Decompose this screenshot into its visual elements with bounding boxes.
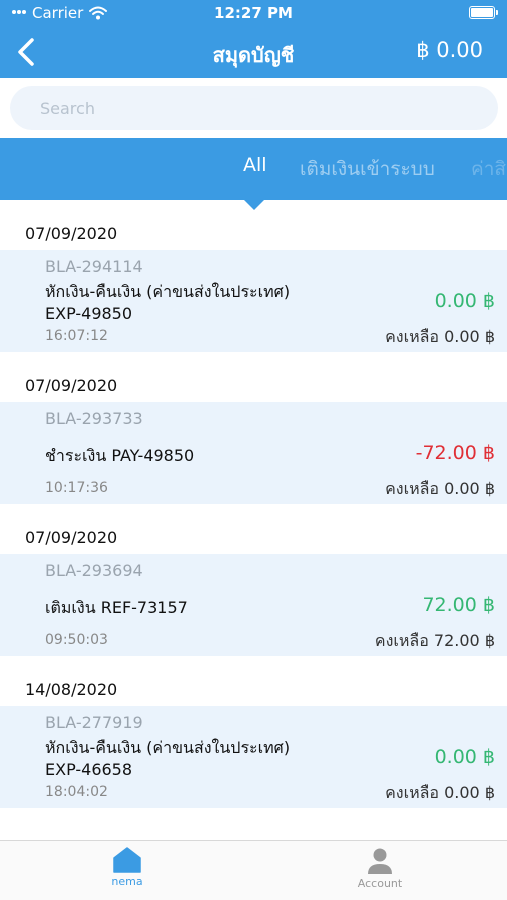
transaction-code: BLA-293733 (45, 409, 143, 428)
tab-home[interactable]: nema (67, 847, 187, 888)
tab-account-label: Account (357, 877, 403, 890)
home-icon (113, 847, 141, 873)
transaction-row[interactable]: BLA-277919 หักเงิน-คืนเงิน (ค่าขนส่งในปร… (0, 706, 507, 808)
tab-home-label: nema (111, 875, 143, 888)
description-line-1: เติมเงิน REF-73157 (45, 598, 188, 617)
status-time: 12:27 PM (214, 4, 293, 22)
transaction-code: BLA-293694 (45, 561, 143, 580)
active-tab-indicator (242, 198, 266, 210)
person-icon (368, 848, 392, 874)
transaction-date: 07/09/2020 (25, 224, 118, 243)
remaining-balance: คงเหลือ 0.00 ฿ (385, 783, 495, 802)
tab-topup[interactable]: เติมเงินเข้าระบบ (300, 154, 435, 184)
transaction-group: 14/08/2020 BLA-277919 หักเงิน-คืนเงิน (ค… (0, 666, 507, 818)
balance-display: ฿ 0.00 (416, 38, 483, 62)
battery-icon (469, 6, 498, 19)
description-line-1: ชำระเงิน PAY-49850 (45, 446, 195, 465)
search-input[interactable] (10, 86, 498, 130)
description-line-1: หักเงิน-คืนเงิน (ค่าขนส่งในประเทศ) (45, 282, 291, 301)
remaining-balance: คงเหลือ 0.00 ฿ (385, 479, 495, 498)
remaining-balance: คงเหลือ 72.00 ฿ (374, 631, 495, 650)
transaction-list: 07/09/2020 BLA-294114 หักเงิน-คืนเงิน (ค… (0, 210, 507, 840)
transaction-amount: -72.00 ฿ (415, 442, 495, 464)
transaction-row[interactable]: BLA-294114 หักเงิน-คืนเงิน (ค่าขนส่งในปร… (0, 250, 507, 352)
tab-account[interactable]: Account (320, 847, 440, 890)
transaction-row[interactable]: BLA-293694 เติมเงิน REF-73157 09:50:03 7… (0, 554, 507, 656)
nav-bar: สมุดบัญชี ฿ 0.00 (0, 26, 507, 78)
search-bar (0, 78, 507, 138)
transaction-row[interactable]: BLA-293733 ชำระเงิน PAY-49850 10:17:36 -… (0, 402, 507, 504)
transaction-code: BLA-294114 (45, 257, 143, 276)
remaining-balance: คงเหลือ 0.00 ฿ (385, 327, 495, 346)
description-line-2: EXP-46658 (45, 760, 133, 779)
transaction-time: 09:50:03 (45, 632, 108, 648)
transaction-description: หักเงิน-คืนเงิน (ค่าขนส่งในประเทศ) EXP-4… (45, 281, 345, 325)
transaction-group: 07/09/2020 BLA-293733 ชำระเงิน PAY-49850… (0, 362, 507, 514)
transaction-date: 07/09/2020 (25, 528, 118, 547)
transaction-group: 07/09/2020 BLA-293694 เติมเงิน REF-73157… (0, 514, 507, 666)
transaction-time: 16:07:12 (45, 328, 108, 344)
description-line-2: EXP-49850 (45, 304, 133, 323)
transaction-time: 10:17:36 (45, 480, 108, 496)
tab-all[interactable]: All (243, 154, 267, 176)
bottom-tab-bar: nema Account (0, 840, 507, 900)
transaction-date: 07/09/2020 (25, 376, 118, 395)
description-line-1: หักเงิน-คืนเงิน (ค่าขนส่งในประเทศ) (45, 738, 291, 757)
transaction-time: 18:04:02 (45, 784, 108, 800)
transaction-description: เติมเงิน REF-73157 (45, 597, 345, 619)
transaction-description: ชำระเงิน PAY-49850 (45, 445, 345, 467)
transaction-code: BLA-277919 (45, 713, 143, 732)
transaction-amount: 0.00 ฿ (434, 290, 495, 312)
tab-fees[interactable]: ค่าสิ (471, 154, 506, 184)
transaction-description: หักเงิน-คืนเงิน (ค่าขนส่งในประเทศ) EXP-4… (45, 737, 345, 781)
filter-tabs: All เติมเงินเข้าระบบ ค่าสิ (0, 138, 507, 200)
transaction-amount: 0.00 ฿ (434, 746, 495, 768)
transaction-amount: 72.00 ฿ (422, 594, 495, 616)
status-bar: Carrier 12:27 PM (0, 0, 507, 26)
transaction-date: 14/08/2020 (25, 680, 118, 699)
transaction-group: 07/09/2020 BLA-294114 หักเงิน-คืนเงิน (ค… (0, 210, 507, 362)
